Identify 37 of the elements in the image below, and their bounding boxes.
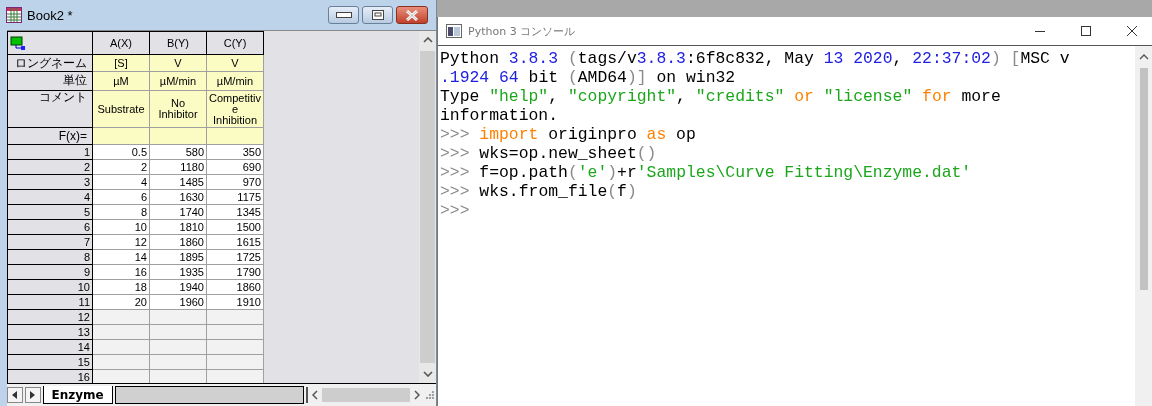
row-label: コメント	[7, 90, 93, 128]
vertical-scrollbar[interactable]	[419, 31, 436, 383]
label-cell: No Inhibitor	[149, 90, 207, 128]
console-line: >>> import originpro as op	[440, 125, 697, 144]
console-line: Type "help", "copyright", "credits" or "license" for more	[440, 87, 1002, 106]
console-line: >>>	[440, 201, 471, 220]
column-header[interactable]: B(Y)	[149, 31, 207, 55]
restore-icon	[371, 10, 384, 20]
vertical-scrollbar[interactable]	[1135, 46, 1152, 406]
left-triangle-icon	[12, 391, 18, 399]
next-sheet-button[interactable]	[24, 387, 41, 403]
minimize-icon	[335, 12, 352, 18]
previous-sheet-button[interactable]	[7, 387, 23, 403]
console-icon	[446, 24, 462, 38]
console-line: >>> wks=op.new_sheet()	[440, 144, 658, 163]
right-triangle-icon	[30, 391, 36, 399]
minimize-button[interactable]	[328, 6, 359, 24]
column-header[interactable]: C(Y)	[206, 31, 264, 55]
label-cell: Competitive Inhibition	[206, 90, 264, 128]
console-line: Python 3.8.3 (tags/v3.8.3:6f8c832, May 13 2020, 22:37:02) [MSC v	[440, 49, 1071, 68]
close-icon	[405, 9, 419, 21]
maximize-button[interactable]	[1080, 25, 1092, 37]
console-line: >>> f=op.path('e')+r'Samples\Curve Fitting\Enzyme.dat'	[440, 163, 973, 182]
column-header[interactable]: A(X)	[92, 31, 150, 55]
console-line: information.	[440, 106, 560, 125]
window-title: Book2 *	[27, 7, 73, 23]
window-title: Python 3 コンソール	[468, 23, 576, 39]
close-button[interactable]	[1126, 25, 1138, 37]
sheet-tab[interactable]: Enzyme	[42, 386, 113, 404]
worksheet-icon	[6, 7, 22, 23]
folder-icon[interactable]	[10, 36, 26, 50]
console-line: >>> wks.from_file(f)	[440, 182, 638, 201]
console-line: .1924 64 bit (AMD64)] on win32	[440, 68, 737, 87]
close-button[interactable]	[396, 6, 428, 24]
label-cell: Substrate	[92, 90, 150, 128]
restore-button[interactable]	[362, 6, 393, 24]
resize-grip-icon[interactable]	[426, 391, 434, 399]
